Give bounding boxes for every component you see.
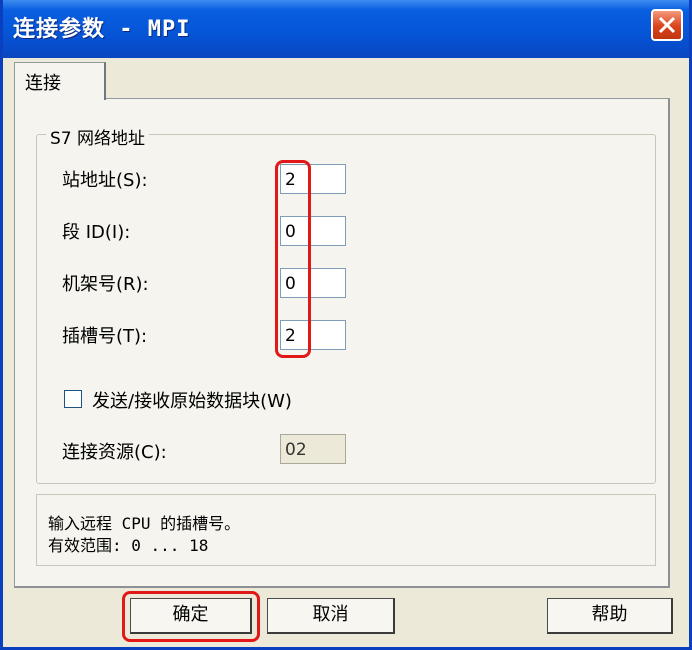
group-title: S7 网络地址 — [46, 124, 150, 149]
highlight-box-fields — [275, 160, 311, 358]
connection-resource-field — [280, 434, 346, 464]
info-text-line2: 有效范围: 0 ... 18 — [48, 536, 209, 555]
tab-connection[interactable]: 连接 — [14, 62, 106, 100]
segment-id-label: 段 ID(I): — [62, 222, 131, 243]
raw-data-checkbox-label: 发送/接收原始数据块(W) — [92, 391, 292, 412]
tab-label: 连接 — [25, 73, 61, 94]
close-icon — [658, 16, 676, 34]
rack-label: 机架号(R): — [62, 274, 149, 295]
connection-resource-label: 连接资源(C): — [62, 442, 167, 463]
close-button[interactable] — [651, 9, 683, 41]
window-title: 连接参数 - MPI — [13, 17, 191, 42]
station-address-label: 站地址(S): — [62, 170, 148, 191]
title-bar[interactable]: 连接参数 - MPI — [3, 0, 689, 58]
highlight-box-ok — [122, 591, 260, 642]
info-text-line1: 输入远程 CPU 的插槽号。 — [48, 514, 241, 533]
cancel-button[interactable]: 取消 — [267, 598, 395, 634]
help-button[interactable]: 帮助 — [547, 598, 673, 634]
slot-label: 插槽号(T): — [62, 326, 148, 347]
raw-data-checkbox[interactable] — [64, 390, 82, 408]
